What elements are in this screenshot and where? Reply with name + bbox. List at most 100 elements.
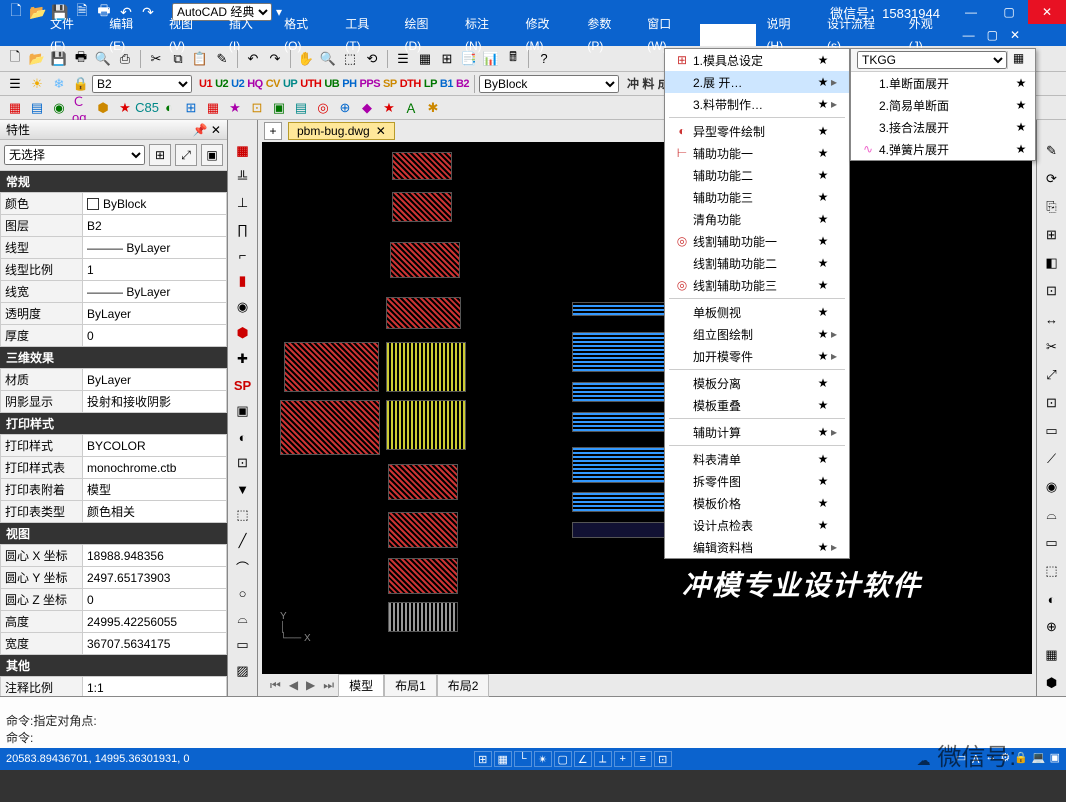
val-w[interactable]: 36707.5634175 <box>83 633 227 655</box>
icon-u2b[interactable]: U2 <box>230 77 245 91</box>
layout-model[interactable]: 模型 <box>338 674 384 697</box>
ctx-item[interactable]: 组立图绘制★▸ <box>665 323 849 345</box>
x-btn7[interactable]: C85 <box>137 98 157 118</box>
vt-3[interactable]: ⊥ <box>232 192 254 214</box>
val-ascale[interactable]: 1:1 <box>83 677 227 697</box>
vt-15[interactable]: ⬚ <box>232 504 254 526</box>
vt-10[interactable]: SP <box>232 374 254 396</box>
tb-match-icon[interactable]: ✎ <box>212 49 232 69</box>
submenu-item[interactable]: ∿4.弹簧片展开★ <box>851 138 1035 160</box>
icon-pps[interactable]: PPS <box>359 77 382 91</box>
x-btn11[interactable]: ★ <box>225 98 245 118</box>
x-btn3[interactable]: ◉ <box>49 98 69 118</box>
icon-cv[interactable]: CV <box>265 77 281 91</box>
icon-sp[interactable]: SP <box>382 77 398 91</box>
icon-b1[interactable]: B1 <box>439 77 454 91</box>
val-ptable[interactable]: monochrome.ctb <box>83 457 227 479</box>
tb-undo-icon[interactable]: ↶ <box>243 49 263 69</box>
maximize-button[interactable]: ▢ <box>990 0 1028 24</box>
val-material[interactable]: ByLayer <box>83 369 227 391</box>
x-btn5[interactable]: ⬢ <box>93 98 113 118</box>
vt-9[interactable]: ✚ <box>232 348 254 370</box>
ctx-item[interactable]: 拆零件图★ <box>665 470 849 492</box>
icon-up[interactable]: UP <box>282 77 298 91</box>
val-lweight[interactable]: ——— ByLayer <box>83 281 227 303</box>
tb-zoom-icon[interactable]: 🔍 <box>318 49 338 69</box>
new-icon[interactable]: 🗋 <box>8 4 24 20</box>
vt-4[interactable]: ∏ <box>232 218 254 240</box>
rt-4[interactable]: ⊞ <box>1041 224 1063 246</box>
rt-18[interactable]: ⊕ <box>1041 616 1063 638</box>
rt-16[interactable]: ⬚ <box>1041 560 1063 582</box>
ctx-item[interactable]: 料表清单★ <box>665 448 849 470</box>
val-ptype[interactable]: 颜色相关 <box>83 501 227 523</box>
x-btn10[interactable]: ▦ <box>203 98 223 118</box>
x-btn8[interactable]: ◐ <box>159 98 179 118</box>
layer-manager-icon[interactable]: ☰ <box>5 74 25 94</box>
ortho-toggle[interactable]: └ <box>514 751 532 767</box>
tb-prop-icon[interactable]: ☰ <box>393 49 413 69</box>
ctx-item[interactable]: 单板侧视★ <box>665 301 849 323</box>
close-tab-icon[interactable]: ✕ <box>376 124 386 138</box>
ctx-item[interactable]: 2.展 开…★▸ <box>665 71 849 93</box>
tb-new-icon[interactable]: 🗋 <box>5 49 25 69</box>
x-btn2[interactable]: ▤ <box>27 98 47 118</box>
rt-9[interactable]: ⤢ <box>1041 364 1063 386</box>
layout-1[interactable]: 布局1 <box>384 674 437 697</box>
minimize-button[interactable]: — <box>952 0 990 24</box>
rt-3[interactable]: ⎘ <box>1041 196 1063 218</box>
otrack-toggle[interactable]: ∠ <box>574 751 592 767</box>
tb-open-icon[interactable]: 📂 <box>27 49 47 69</box>
ctx-item[interactable]: 辅助功能三★ <box>665 186 849 208</box>
val-transp[interactable]: ByLayer <box>83 303 227 325</box>
home-tab-icon[interactable]: + <box>264 122 282 140</box>
vt-11[interactable]: ▣ <box>232 400 254 422</box>
tb-pan-icon[interactable]: ✋ <box>296 49 316 69</box>
icon-u1[interactable]: U1 <box>198 77 213 91</box>
val-ltype[interactable]: ——— ByLayer <box>83 237 227 259</box>
val-cy[interactable]: 2497.65173903 <box>83 567 227 589</box>
ctx-item[interactable]: ◎线割辅助功能三★ <box>665 274 849 296</box>
submenu-item[interactable]: 1.单断面展开★ <box>851 72 1035 94</box>
submenu-item[interactable]: 2.简易单断面★ <box>851 94 1035 116</box>
rt-11[interactable]: ▭ <box>1041 420 1063 442</box>
tb-save-icon[interactable]: 💾 <box>49 49 69 69</box>
vt-circle[interactable]: ○ <box>232 582 254 604</box>
vt-13[interactable]: ⊡ <box>232 452 254 474</box>
rt-10[interactable]: ⊡ <box>1041 392 1063 414</box>
doc-min-icon[interactable]: — <box>957 28 981 42</box>
icon-b2[interactable]: B2 <box>455 77 470 91</box>
rt-6[interactable]: ⊡ <box>1041 280 1063 302</box>
vt-14[interactable]: ▼ <box>232 478 254 500</box>
x-btn17[interactable]: ◆ <box>357 98 377 118</box>
lock-toggle[interactable]: 🔒 <box>1014 751 1028 767</box>
qp-toggle[interactable]: ⊡ <box>654 751 672 767</box>
layout-first-icon[interactable]: ⏮ <box>266 678 285 693</box>
icon-ph[interactable]: PH <box>341 77 357 91</box>
tb-preview-icon[interactable]: 🔍 <box>93 49 113 69</box>
tb-calc-icon[interactable]: 🖩 <box>503 49 523 69</box>
x-btn16[interactable]: ⊕ <box>335 98 355 118</box>
ctx-item[interactable]: 加开模零件★▸ <box>665 345 849 367</box>
ctx-item[interactable]: 3.料带制作…★▸ <box>665 93 849 115</box>
x-btn19[interactable]: Ａ <box>401 98 421 118</box>
polar-toggle[interactable]: ✴ <box>534 751 552 767</box>
ctx-item[interactable]: ◎线割辅助功能一★ <box>665 230 849 252</box>
menu-param[interactable]: 参数(P) <box>577 13 637 57</box>
vt-pline[interactable]: ⌒ <box>232 556 254 578</box>
tb-help-icon[interactable]: ? <box>534 49 554 69</box>
icon-uth[interactable]: UTH <box>299 77 322 91</box>
vt-12[interactable]: ◐ <box>232 426 254 448</box>
close-button[interactable]: ✕ <box>1028 0 1066 24</box>
vt-2[interactable]: ╩ <box>232 166 254 188</box>
selection-combo[interactable]: 无选择 <box>4 145 145 165</box>
ctx-item[interactable]: 模板重叠★ <box>665 394 849 416</box>
ctx-item[interactable]: ⊞1.模具总设定★ <box>665 49 849 71</box>
ctx-item[interactable]: ⊢辅助功能一★ <box>665 142 849 164</box>
rt-5[interactable]: ◧ <box>1041 252 1063 274</box>
layer-combo[interactable]: B2 <box>92 75 192 93</box>
ctx-item[interactable]: 编辑资料档★▸ <box>665 536 849 558</box>
doc-max-icon[interactable]: ▢ <box>981 28 1004 42</box>
rt-13[interactable]: ◉ <box>1041 476 1063 498</box>
val-ltscale[interactable]: 1 <box>83 259 227 281</box>
